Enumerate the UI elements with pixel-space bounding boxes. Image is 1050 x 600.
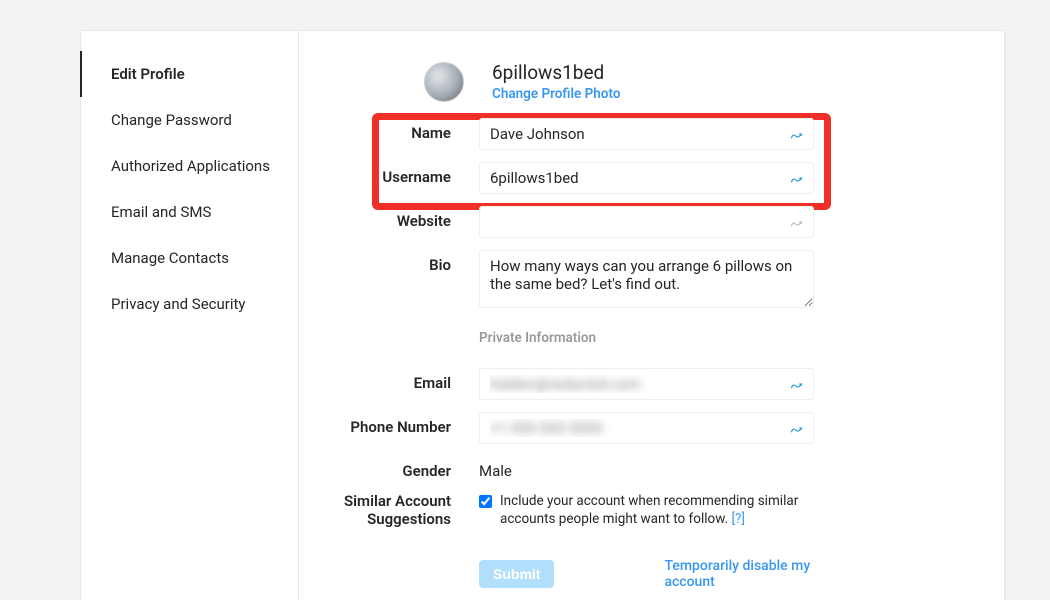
submit-button[interactable]: Submit [479, 560, 554, 588]
phone-input[interactable] [479, 412, 814, 444]
row-website: Website [319, 206, 944, 238]
row-private-heading: Private Information [319, 324, 944, 356]
phone-label: Phone Number [319, 412, 479, 436]
settings-sidebar: Edit Profile Change Password Authorized … [81, 31, 299, 600]
suggestions-checkbox[interactable] [479, 495, 492, 508]
change-photo-link[interactable]: Change Profile Photo [492, 86, 620, 102]
email-label: Email [319, 368, 479, 392]
sidebar-item-email-sms[interactable]: Email and SMS [81, 189, 298, 235]
website-label: Website [319, 206, 479, 230]
gender-label: Gender [319, 456, 479, 480]
profile-header: 6pillows1bed Change Profile Photo [424, 61, 944, 102]
row-suggestions: Similar Account Suggestions Include your… [319, 492, 944, 528]
username-input[interactable] [479, 162, 814, 194]
website-input[interactable] [479, 206, 814, 238]
row-bio: Bio [319, 250, 944, 312]
username-label: Username [319, 162, 479, 186]
avatar[interactable] [424, 62, 464, 102]
sidebar-item-label: Change Password [111, 111, 232, 129]
row-phone: Phone Number [319, 412, 944, 444]
sidebar-item-label: Email and SMS [111, 203, 211, 221]
sidebar-item-manage-contacts[interactable]: Manage Contacts [81, 235, 298, 281]
disable-account-link[interactable]: Temporarily disable my account [664, 558, 814, 590]
sidebar-item-edit-profile[interactable]: Edit Profile [81, 51, 298, 97]
suggestions-text: Include your account when recommending s… [500, 492, 814, 528]
gender-value[interactable]: Male [479, 456, 814, 480]
private-info-heading: Private Information [479, 330, 814, 346]
profile-username: 6pillows1bed [492, 61, 620, 84]
row-username: Username [319, 162, 944, 194]
suggestions-label: Similar Account Suggestions [319, 492, 479, 528]
sidebar-item-label: Manage Contacts [111, 249, 229, 267]
row-gender: Gender Male [319, 456, 944, 480]
name-input[interactable] [479, 118, 814, 150]
sidebar-item-authorized-apps[interactable]: Authorized Applications [81, 143, 298, 189]
edit-profile-form: 6pillows1bed Change Profile Photo Name U… [299, 31, 1004, 600]
settings-card: Edit Profile Change Password Authorized … [80, 30, 1005, 600]
sidebar-item-label: Authorized Applications [111, 157, 270, 175]
name-label: Name [319, 118, 479, 142]
email-input[interactable] [479, 368, 814, 400]
sidebar-item-label: Privacy and Security [111, 295, 246, 313]
row-actions: Submit Temporarily disable my account [319, 540, 944, 590]
bio-label: Bio [319, 250, 479, 274]
bio-textarea[interactable] [479, 250, 814, 308]
row-name: Name [319, 118, 944, 150]
row-email: Email [319, 368, 944, 400]
sidebar-item-change-password[interactable]: Change Password [81, 97, 298, 143]
sidebar-item-privacy-security[interactable]: Privacy and Security [81, 281, 298, 327]
sidebar-item-label: Edit Profile [111, 65, 185, 83]
learn-more-link[interactable]: [?] [731, 511, 745, 527]
